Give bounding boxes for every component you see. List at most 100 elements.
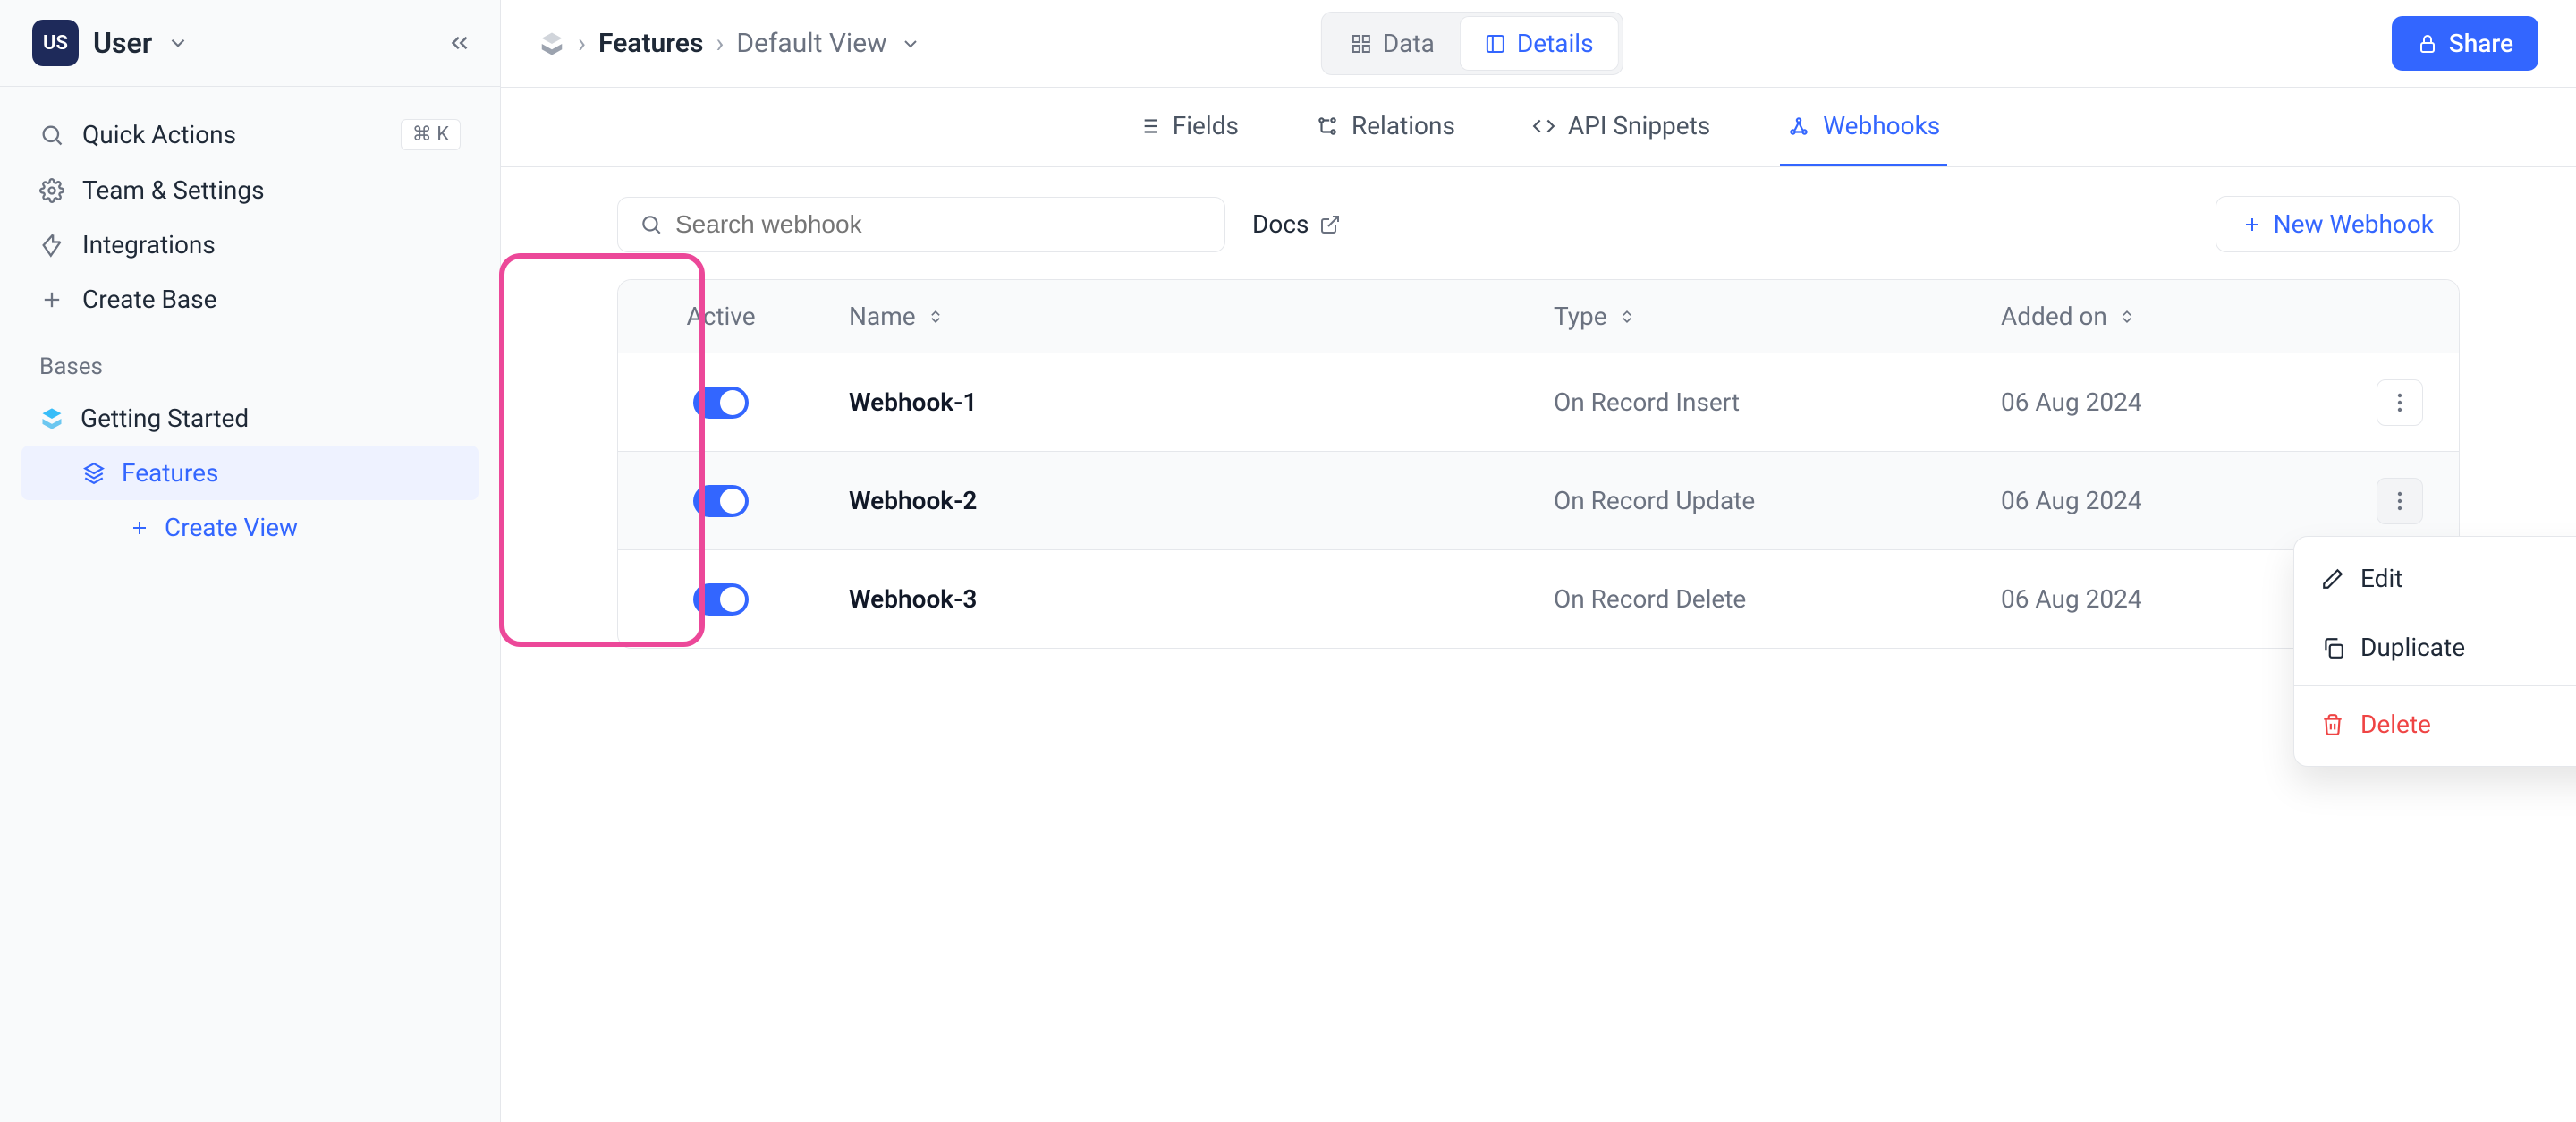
create-view-button[interactable]: Create View xyxy=(21,500,479,555)
segment-label: Details xyxy=(1517,29,1594,58)
breadcrumb: › Features › Default View xyxy=(538,28,921,59)
user-name: User xyxy=(93,26,152,60)
search-webhook[interactable] xyxy=(617,197,1225,252)
tab-label: Relations xyxy=(1352,111,1455,140)
menu-duplicate[interactable]: Duplicate xyxy=(2294,613,2576,682)
webhook-name: Webhook-3 xyxy=(824,584,1529,614)
relations-icon xyxy=(1316,115,1339,138)
webhook-type: On Record Delete xyxy=(1529,584,1976,614)
share-button[interactable]: Share xyxy=(2392,16,2538,71)
segment-data[interactable]: Data xyxy=(1326,16,1460,71)
base-getting-started[interactable]: Getting Started xyxy=(21,391,479,446)
col-type[interactable]: Type xyxy=(1529,302,1976,331)
menu-label: Delete xyxy=(2360,710,2431,739)
tab-webhooks[interactable]: Webhooks xyxy=(1780,88,1947,166)
active-toggle[interactable] xyxy=(693,583,749,616)
table-features[interactable]: Features xyxy=(21,446,479,500)
plus-icon xyxy=(129,517,150,539)
webhook-type: On Record Update xyxy=(1529,486,1976,515)
webhook-name: Webhook-2 xyxy=(824,486,1529,515)
details-icon xyxy=(1485,33,1506,55)
nav-quick-actions[interactable]: Quick Actions ⌘ K xyxy=(21,106,479,163)
tab-relations[interactable]: Relations xyxy=(1309,88,1462,166)
webhook-icon xyxy=(1787,115,1810,138)
lock-icon xyxy=(2417,33,2438,55)
segment-label: Data xyxy=(1383,29,1435,58)
col-active: Active xyxy=(618,302,824,331)
breadcrumb-view[interactable]: Default View xyxy=(736,28,886,59)
nav-integrations[interactable]: Integrations xyxy=(21,217,479,272)
external-link-icon xyxy=(1319,214,1341,235)
chevron-down-icon xyxy=(166,31,190,55)
breadcrumb-separator: › xyxy=(716,28,724,59)
collapse-sidebar-icon[interactable] xyxy=(446,30,473,56)
nav-create-base[interactable]: Create Base xyxy=(21,272,479,327)
trash-icon xyxy=(2321,713,2344,736)
nav-label: Quick Actions xyxy=(82,120,236,149)
tab-label: Webhooks xyxy=(1823,111,1940,140)
tab-label: Fields xyxy=(1173,111,1239,140)
data-details-toggle: Data Details xyxy=(1321,12,1623,75)
chevron-down-icon[interactable] xyxy=(900,33,921,55)
search-icon xyxy=(640,213,663,236)
breadcrumb-separator: › xyxy=(578,28,586,59)
main-area: › Features › Default View Data Details S… xyxy=(501,0,2576,1122)
nav-label: Create Base xyxy=(82,285,216,314)
table-header: Active Name Type Added on xyxy=(618,280,2459,353)
nav-label: Team & Settings xyxy=(82,175,265,205)
menu-label: Edit xyxy=(2360,564,2402,593)
content-area: Docs New Webhook Active Name Type Added … xyxy=(501,167,2576,677)
sidebar: US User Quick Actions ⌘ K Team & Setting… xyxy=(0,0,501,1122)
tab-fields[interactable]: Fields xyxy=(1130,88,1246,166)
sort-icon xyxy=(927,308,945,326)
table-row[interactable]: Webhook-1 On Record Insert 06 Aug 2024 xyxy=(618,353,2459,451)
breadcrumb-table[interactable]: Features xyxy=(598,28,703,59)
active-toggle[interactable] xyxy=(693,485,749,517)
docs-link[interactable]: Docs xyxy=(1252,209,1341,239)
row-actions-button[interactable] xyxy=(2377,379,2423,426)
list-icon xyxy=(1137,115,1160,138)
base-icon xyxy=(538,30,565,57)
search-input[interactable] xyxy=(675,210,1203,239)
sort-icon xyxy=(1618,308,1636,326)
col-name[interactable]: Name xyxy=(824,302,1529,331)
row-context-menu: Edit Duplicate Delete xyxy=(2293,536,2576,767)
webhook-date: 06 Aug 2024 xyxy=(1976,387,2351,417)
table-row[interactable]: Webhook-3 On Record Delete 06 Aug 2024 xyxy=(618,549,2459,648)
docs-label: Docs xyxy=(1252,209,1309,239)
sort-icon xyxy=(2118,308,2136,326)
new-webhook-button[interactable]: New Webhook xyxy=(2216,196,2460,252)
plus-icon xyxy=(2241,214,2263,235)
table-label: Features xyxy=(122,458,218,488)
duplicate-icon xyxy=(2321,636,2344,659)
menu-label: Duplicate xyxy=(2360,633,2465,662)
menu-delete[interactable]: Delete xyxy=(2294,685,2576,759)
create-view-label: Create View xyxy=(165,513,298,542)
keyboard-shortcut: ⌘ K xyxy=(401,119,461,150)
webhook-name: Webhook-1 xyxy=(824,387,1529,417)
edit-icon xyxy=(2321,567,2344,591)
row-actions-button[interactable] xyxy=(2377,478,2423,524)
active-toggle[interactable] xyxy=(693,387,749,419)
menu-edit[interactable]: Edit xyxy=(2294,544,2576,613)
col-added-on[interactable]: Added on xyxy=(1976,302,2351,331)
nav-label: Integrations xyxy=(82,230,216,259)
code-icon xyxy=(1532,115,1555,138)
plus-icon xyxy=(39,287,64,312)
grid-icon xyxy=(1351,33,1372,55)
webhooks-table: Active Name Type Added on Webhook-1 On R… xyxy=(617,279,2460,649)
nav-team-settings[interactable]: Team & Settings xyxy=(21,163,479,217)
tab-api-snippets[interactable]: API Snippets xyxy=(1525,88,1717,166)
tab-label: API Snippets xyxy=(1568,111,1710,140)
table-icon xyxy=(82,462,106,485)
workspace-switcher[interactable]: US User xyxy=(0,0,500,87)
gear-icon xyxy=(39,178,64,203)
segment-details[interactable]: Details xyxy=(1460,16,1619,71)
table-row[interactable]: Webhook-2 On Record Update 06 Aug 2024 xyxy=(618,451,2459,549)
new-webhook-label: New Webhook xyxy=(2274,209,2434,239)
base-label: Getting Started xyxy=(80,404,249,433)
base-icon xyxy=(39,406,64,431)
bases-section-label: Bases xyxy=(21,327,479,391)
webhooks-toolbar: Docs New Webhook xyxy=(617,196,2460,252)
avatar: US xyxy=(32,20,79,66)
